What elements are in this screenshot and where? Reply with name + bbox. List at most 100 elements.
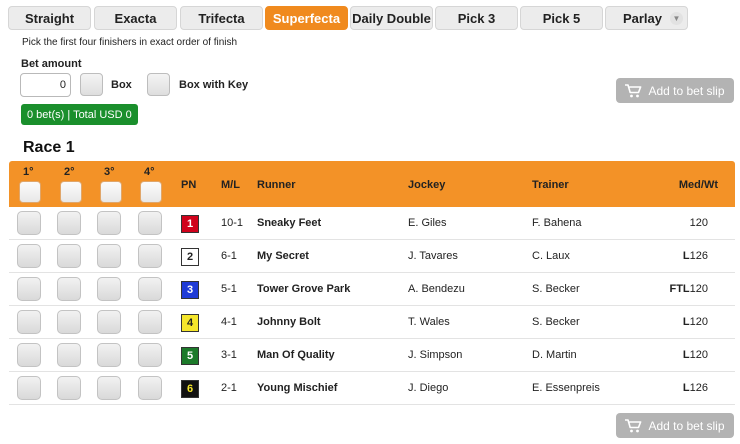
runner-row: 6 2-1 Young Mischief J. Diego E. Essenpr…: [9, 372, 735, 405]
pick-3rd-checkbox[interactable]: [97, 277, 121, 301]
morning-line: 3-1: [221, 349, 237, 361]
pick-2nd-checkbox[interactable]: [57, 376, 81, 400]
pick-4th-checkbox[interactable]: [138, 244, 162, 268]
morning-line: 10-1: [221, 217, 244, 229]
trainer-name: D. Martin: [532, 349, 577, 361]
race-title: Race 1: [23, 139, 75, 156]
medication: L: [682, 382, 690, 394]
tab-straight[interactable]: Straight: [8, 6, 91, 30]
pick-1st-checkbox[interactable]: [17, 244, 41, 268]
col-header-runner: Runner: [257, 179, 296, 191]
pick-2nd-checkbox[interactable]: [57, 343, 81, 367]
tab-trifecta[interactable]: Trifecta: [180, 6, 263, 30]
tab-parlay[interactable]: Parlay ▼: [605, 6, 688, 30]
trainer-name: S. Becker: [532, 316, 580, 328]
bet-description: Pick the first four finishers in exact o…: [22, 37, 238, 48]
program-number-badge: 6: [181, 380, 199, 398]
jockey-name: T. Wales: [408, 316, 450, 328]
med-weight: L126: [683, 382, 708, 394]
pick-4th-checkbox[interactable]: [138, 343, 162, 367]
pick-3rd-checkbox[interactable]: [97, 211, 121, 235]
morning-line: 4-1: [221, 316, 237, 328]
col-header-med-wt: Med/Wt: [678, 179, 718, 191]
weight: 120: [689, 316, 708, 328]
bet-amount-label: Bet amount: [21, 58, 82, 70]
tab-daily-double[interactable]: Daily Double: [350, 6, 433, 30]
pick-1st-checkbox[interactable]: [17, 343, 41, 367]
add-to-bet-slip-button-bottom[interactable]: Add to bet slip: [616, 413, 734, 438]
med-weight: 120: [690, 217, 708, 229]
runner-name: Man Of Quality: [257, 349, 335, 361]
tab-pick-3[interactable]: Pick 3: [435, 6, 518, 30]
pick-2nd-checkbox[interactable]: [57, 244, 81, 268]
pick-3rd-checkbox[interactable]: [97, 343, 121, 367]
runner-name: Johnny Bolt: [257, 316, 321, 328]
col-header-trainer: Trainer: [532, 179, 569, 191]
select-all-4th-checkbox[interactable]: [140, 181, 162, 203]
cart-icon: [625, 418, 642, 432]
select-all-2nd-checkbox[interactable]: [60, 181, 82, 203]
runner-row: 2 6-1 My Secret J. Tavares C. Laux L126: [9, 240, 735, 273]
col-header-jockey: Jockey: [408, 179, 446, 191]
jockey-name: J. Simpson: [408, 349, 463, 361]
pick-1st-checkbox[interactable]: [17, 310, 41, 334]
med-weight: L120: [683, 316, 708, 328]
add-to-bet-slip-label: Add to bet slip: [648, 418, 725, 433]
bet-amount-input[interactable]: [20, 73, 71, 97]
med-weight: L126: [683, 250, 708, 262]
pick-1st-checkbox[interactable]: [17, 211, 41, 235]
weight: 126: [689, 250, 708, 262]
trainer-name: E. Essenpreis: [532, 382, 600, 394]
pick-4th-checkbox[interactable]: [138, 376, 162, 400]
bet-type-tabs: Straight Exacta Trifecta Superfecta Dail…: [8, 6, 732, 30]
pick-2nd-checkbox[interactable]: [57, 277, 81, 301]
pick-4th-checkbox[interactable]: [138, 310, 162, 334]
tab-superfecta[interactable]: Superfecta: [265, 6, 348, 30]
runner-name: My Secret: [257, 250, 309, 262]
pick-3rd-checkbox[interactable]: [97, 244, 121, 268]
jockey-name: J. Tavares: [408, 250, 458, 262]
add-to-bet-slip-button-top[interactable]: Add to bet slip: [616, 78, 734, 103]
program-number-badge: 4: [181, 314, 199, 332]
add-to-bet-slip-label: Add to bet slip: [648, 83, 725, 98]
col-header-ml: M/L: [221, 179, 240, 191]
box-label: Box: [111, 79, 132, 91]
medication: FTL: [669, 283, 690, 295]
tab-pick-5[interactable]: Pick 5: [520, 6, 603, 30]
runner-row: 5 3-1 Man Of Quality J. Simpson D. Marti…: [9, 339, 735, 372]
pick-1st-checkbox[interactable]: [17, 277, 41, 301]
pick-2nd-checkbox[interactable]: [57, 310, 81, 334]
tab-exacta[interactable]: Exacta: [94, 6, 177, 30]
box-with-key-checkbox[interactable]: [147, 73, 170, 96]
program-number-badge: 2: [181, 248, 199, 266]
medication: L: [682, 316, 690, 328]
col-header-3rd: 3°: [104, 166, 115, 178]
col-header-1st: 1°: [23, 166, 34, 178]
select-all-3rd-checkbox[interactable]: [100, 181, 122, 203]
jockey-name: J. Diego: [408, 382, 449, 394]
jockey-name: A. Bendezu: [408, 283, 465, 295]
pick-3rd-checkbox[interactable]: [97, 310, 121, 334]
morning-line: 6-1: [221, 250, 237, 262]
chevron-down-icon: ▼: [670, 12, 683, 25]
morning-line: 2-1: [221, 382, 237, 394]
box-checkbox[interactable]: [80, 73, 103, 96]
med-weight: FTL120: [669, 283, 708, 295]
select-all-1st-checkbox[interactable]: [19, 181, 41, 203]
box-with-key-label: Box with Key: [179, 79, 249, 91]
pick-4th-checkbox[interactable]: [138, 277, 162, 301]
pick-4th-checkbox[interactable]: [138, 211, 162, 235]
trainer-name: F. Bahena: [532, 217, 582, 229]
trainer-name: C. Laux: [532, 250, 570, 262]
medication: L: [682, 349, 690, 361]
runner-row: 4 4-1 Johnny Bolt T. Wales S. Becker L12…: [9, 306, 735, 339]
runner-row: 3 5-1 Tower Grove Park A. Bendezu S. Bec…: [9, 273, 735, 306]
pick-1st-checkbox[interactable]: [17, 376, 41, 400]
pick-3rd-checkbox[interactable]: [97, 376, 121, 400]
pick-2nd-checkbox[interactable]: [57, 211, 81, 235]
weight: 126: [689, 382, 708, 394]
runner-name: Tower Grove Park: [257, 283, 351, 295]
program-number-badge: 1: [181, 215, 199, 233]
program-number-badge: 5: [181, 347, 199, 365]
weight: 120: [689, 283, 708, 295]
